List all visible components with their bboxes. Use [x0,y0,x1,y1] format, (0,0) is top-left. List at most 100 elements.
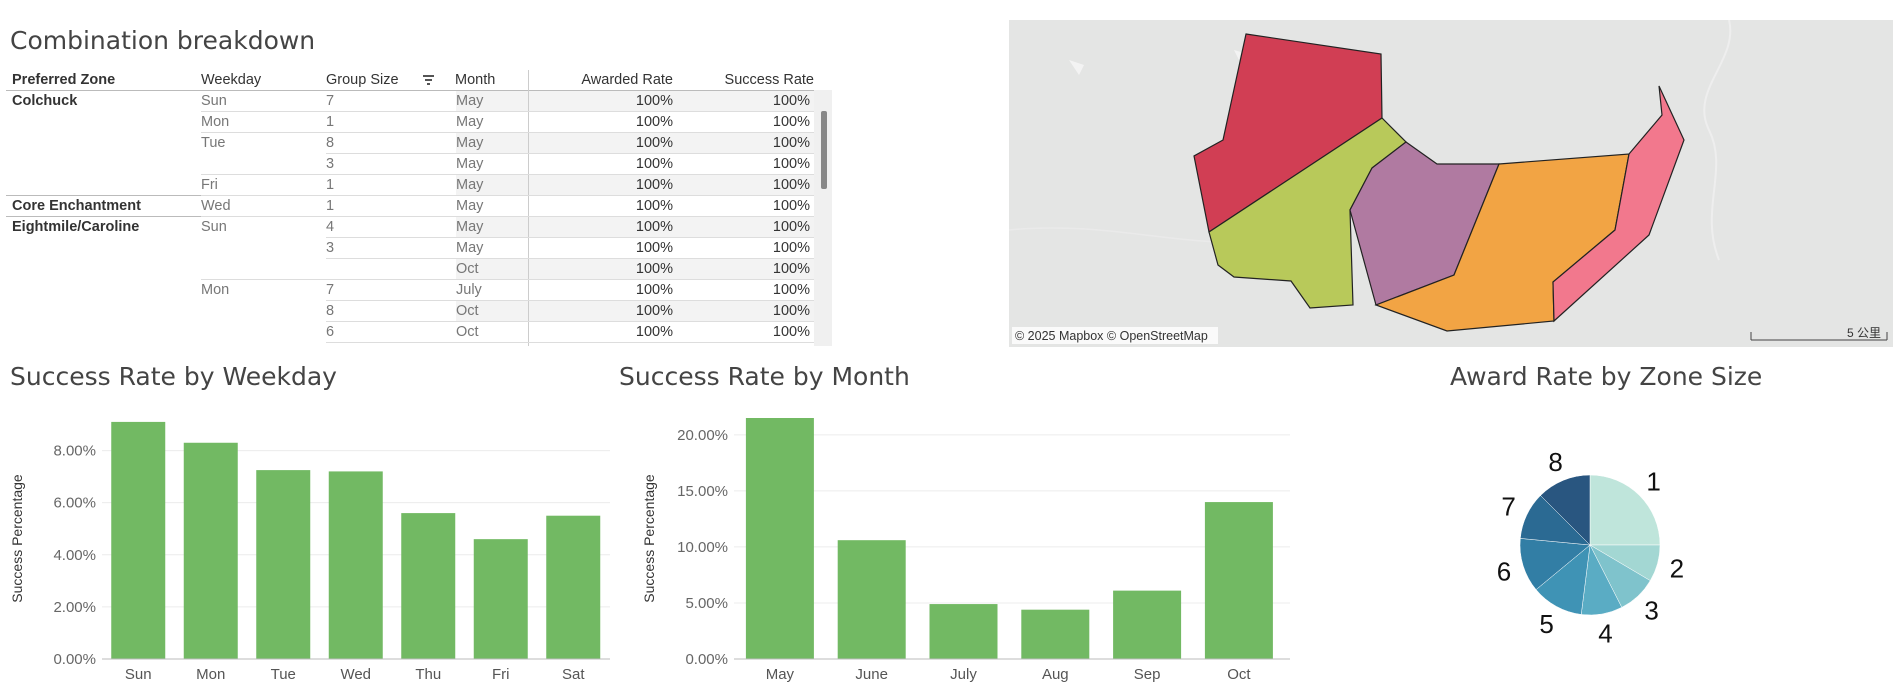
cell-group-size: 8 [326,135,335,151]
scrollbar-thumb[interactable] [821,111,827,189]
cell-awarded-rate: 100% [635,156,673,172]
table-row[interactable]: Oct 100% 100% [6,259,814,280]
cell-group-size: 6 [326,324,335,340]
table-row[interactable]: 3 May 100% 100% [6,238,814,259]
table-row[interactable]: 6 Oct 100% 100% [6,322,814,343]
cell-success-rate: 100% [772,261,810,277]
pie-label: 8 [1548,447,1562,477]
month-chart-title: Success Rate by Month [619,362,910,391]
bar[interactable] [929,604,998,659]
table-row[interactable]: 8 Oct 100% 100% [6,301,814,322]
y-tick-label: 6.00% [53,495,96,512]
y-axis-label: Success Percentage [641,474,657,603]
cell-awarded-rate: 100% [635,261,673,277]
table-row[interactable]: 3 May 100% 100% [6,154,814,175]
cell-month: May [456,219,484,235]
table-row[interactable]: 7 July 100% 100% [6,280,814,301]
x-tick-label: May [766,666,795,683]
pie-label: 1 [1646,466,1660,496]
weekday-divider [201,279,326,280]
bar[interactable] [546,515,601,659]
month-bar-chart[interactable]: 0.00% 5.00% 10.00% 15.00% 20.00% Success Perc… [612,400,1292,692]
cell-success-rate: 100% [772,198,810,214]
x-tick-label: Sun [125,666,152,683]
bar[interactable] [111,421,166,659]
cell-month: May [456,114,484,130]
map-attribution[interactable]: © 2025 Mapbox © OpenStreetMap [1015,329,1208,343]
pie-label: 5 [1539,609,1553,639]
cell-month: May [456,177,484,193]
pie-label: 6 [1497,556,1511,586]
cell-group-size: 3 [326,156,335,172]
zone-size-pie-chart[interactable]: 1 23 4 56 7 8 [1490,430,1710,650]
header-month[interactable]: Month [455,70,495,90]
zone-map[interactable]: © 2025 Mapbox © OpenStreetMap 5 公里 [1009,20,1893,347]
bar[interactable] [1204,502,1273,659]
cell-success-rate: 100% [772,240,810,256]
y-tick-label: 0.00% [53,651,96,668]
x-tick-label: Oct [1227,666,1251,683]
weekday-divider [201,216,326,217]
weekday-label: Mon [201,282,230,298]
header-awarded-rate[interactable]: Awarded Rate [546,70,673,90]
zone-label: Colchuck [12,93,78,109]
cell-success-rate: 100% [772,156,810,172]
table-row[interactable]: 8 May 100% 100% [6,133,814,154]
x-tick-label: Sep [1134,666,1161,683]
cell-month: May [456,93,484,109]
x-tick-label: Aug [1042,666,1069,683]
header-success-rate[interactable]: Success Rate [676,70,814,90]
bar[interactable] [256,470,311,659]
cell-group-size: 1 [326,177,335,193]
combination-table[interactable]: Preferred Zone Weekday Group Size Month … [6,70,832,346]
cell-month: July [456,282,482,298]
x-tick-label: Thu [415,666,441,683]
y-tick-label: 8.00% [53,443,96,460]
weekday-label: Fri [201,177,218,193]
cell-success-rate: 100% [772,114,810,130]
cell-group-size: 8 [326,303,335,319]
y-tick-label: 10.00% [677,539,728,556]
table-row[interactable]: 1 May 100% 100% [6,112,814,133]
cell-awarded-rate: 100% [635,135,673,151]
weekday-divider [201,132,326,133]
header-weekday[interactable]: Weekday [201,70,261,90]
bar[interactable] [473,539,528,659]
header-group-size[interactable]: Group Size [326,70,399,90]
bar[interactable] [1113,590,1182,659]
cell-month: May [456,198,484,214]
x-tick-label: Sat [562,666,585,683]
weekday-divider [201,111,326,112]
bar[interactable] [401,513,456,659]
y-tick-label: 2.00% [53,599,96,616]
row-divider [326,342,814,343]
x-tick-label: Tue [271,666,296,683]
cell-success-rate: 100% [772,93,810,109]
weekday-bar-chart[interactable]: 0.00% 2.00% 4.00% 6.00% 8.00% Success Percent… [0,400,620,692]
bar[interactable] [183,442,238,659]
header-zone[interactable]: Preferred Zone [12,70,115,90]
weekday-label: Wed [201,198,231,214]
zone-label: Eightmile/Caroline [12,219,140,235]
cell-group-size: 4 [326,219,335,235]
table-row[interactable]: 7 May 100% 100% [6,91,814,112]
cell-awarded-rate: 100% [635,219,673,235]
bar[interactable] [745,418,814,659]
cell-month: Oct [456,261,479,277]
bar[interactable] [837,540,906,659]
bar[interactable] [1021,609,1090,659]
table-row[interactable]: 1 May 100% 100% [6,175,814,196]
table-title: Combination breakdown [10,26,316,55]
weekday-label: Sun [201,93,227,109]
pie-label: 7 [1501,492,1515,522]
cell-group-size: 1 [326,198,335,214]
cell-group-size: 3 [326,240,335,256]
cell-group-size: 7 [326,282,335,298]
bar[interactable] [328,471,383,659]
cell-awarded-rate: 100% [635,240,673,256]
sort-icon[interactable] [422,73,436,87]
x-tick-label: Fri [492,666,510,683]
table-body: 7 May 100% 100% 1 May 100% 100% 8 May 100% 100% 3 May… [6,91,816,346]
pie-label: 2 [1670,554,1684,584]
weekday-label: Tue [201,135,226,151]
